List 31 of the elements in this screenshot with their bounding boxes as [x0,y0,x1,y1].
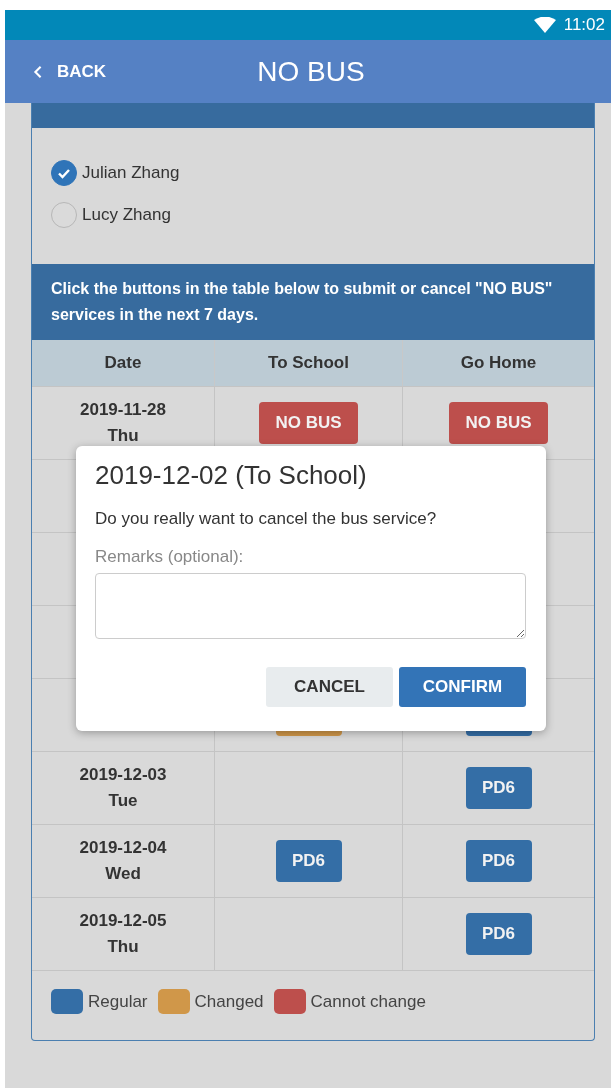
radio-button[interactable] [51,160,77,186]
date-cell: 2019-12-05 Thu [32,897,215,970]
student-name: Lucy Zhang [82,205,171,225]
bus-button[interactable]: PD6 [465,840,532,882]
bus-button[interactable]: PD6 [275,840,342,882]
date-cell: 2019-12-04 Wed [32,824,215,897]
column-header: To School [215,340,403,386]
status-time: 11:02 [563,15,605,35]
bus-button[interactable]: NO BUS [259,402,358,444]
legend-label: Regular [88,991,148,1012]
student-name: Julian Zhang [82,163,180,183]
remarks-field[interactable] [95,573,526,639]
radio-button[interactable] [51,202,77,228]
column-header: Go Home [403,340,594,386]
column-header: Date [32,340,215,386]
bus-button[interactable]: NO BUS [449,402,548,444]
bus-button[interactable]: PD6 [465,913,532,955]
back-button[interactable]: BACK [29,55,111,88]
legend-label: Cannot change [310,991,426,1012]
dialog-title: 2019-12-02 (To School) [95,460,368,491]
confirm-button[interactable]: CONFIRM [399,667,526,707]
remarks-label: Remarks (optional): [95,547,245,567]
page-title: NO BUS [257,55,365,88]
chevron-left-icon [33,64,43,79]
legend-label: Changed [194,991,264,1012]
wifi-icon [533,17,556,33]
dialog-message: Do you really want to cancel the bus service? [95,509,438,529]
info-text: Click the buttons in the table below to submit or cancel "NO BUS" services in the next 7 days. [51,280,553,323]
bus-button[interactable]: PD6 [465,767,532,809]
date-cell: 2019-12-03 Tue [32,751,215,824]
cancel-button[interactable]: CANCEL [266,667,393,707]
